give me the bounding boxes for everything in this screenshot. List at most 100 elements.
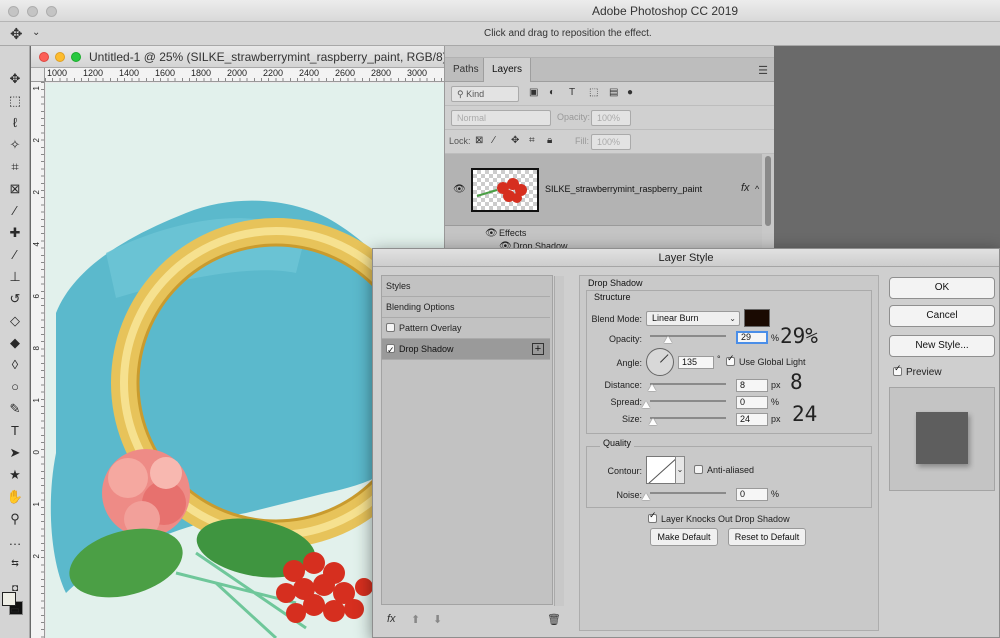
- add-effect-plus-icon[interactable]: +: [532, 343, 544, 355]
- zoom-icon[interactable]: ⚲: [5, 510, 25, 528]
- filter-smart-object-icon[interactable]: ▤: [609, 87, 618, 98]
- filter-shape-icon[interactable]: ⬚: [589, 87, 598, 98]
- pen-icon[interactable]: ✎: [5, 400, 25, 418]
- lasso-icon[interactable]: ℓ: [5, 114, 25, 132]
- brush-icon[interactable]: ∕: [5, 246, 25, 264]
- size-input[interactable]: 24: [736, 413, 768, 426]
- spread-slider[interactable]: [650, 400, 726, 402]
- dodge-icon[interactable]: ○: [5, 378, 25, 396]
- history-brush-icon[interactable]: ↺: [5, 290, 25, 308]
- checkbox-icon[interactable]: [386, 341, 395, 361]
- lock-row: Lock: ⊠ ∕ ✥ ⌗ 🔒︎ Fill: 100%: [445, 130, 774, 154]
- stamp-icon[interactable]: ⊥: [5, 268, 25, 286]
- move-tool-icon[interactable]: ✥: [10, 25, 23, 43]
- hand-icon[interactable]: ✋: [5, 488, 25, 506]
- distance-slider-knob[interactable]: [648, 384, 657, 391]
- type-icon[interactable]: T: [5, 422, 25, 440]
- blend-mode-dropdown[interactable]: Linear Burn ⌄: [646, 311, 740, 326]
- new-style-button[interactable]: New Style...: [889, 335, 995, 357]
- bucket-icon[interactable]: ◆: [5, 334, 25, 352]
- layer-fill-field[interactable]: 100%: [591, 134, 631, 150]
- marquee-icon[interactable]: ⬚: [5, 92, 25, 110]
- lock-pixels-icon[interactable]: ⊠: [475, 135, 483, 146]
- angle-input[interactable]: 135: [678, 356, 714, 369]
- foreground-color-swatch[interactable]: [2, 592, 16, 606]
- use-global-light-checkbox[interactable]: Use Global Light: [726, 354, 806, 367]
- magic-wand-icon[interactable]: ✧: [5, 136, 25, 154]
- frame-icon[interactable]: ⊠: [5, 180, 25, 198]
- scrollbar-thumb[interactable]: [765, 156, 771, 226]
- opacity-slider[interactable]: [650, 335, 726, 337]
- vertical-ruler[interactable]: 1224681012: [31, 82, 45, 638]
- default-colors-icon[interactable]: ⇆: [5, 554, 25, 572]
- spread-slider-knob[interactable]: [642, 401, 650, 408]
- angle-dial[interactable]: [646, 348, 674, 376]
- layers-scrollbar[interactable]: [762, 154, 774, 252]
- contour-chevron-icon[interactable]: ⌄: [675, 456, 685, 484]
- spread-input[interactable]: 0: [736, 396, 768, 409]
- style-item[interactable]: Drop Shadow +: [382, 339, 550, 361]
- contour-preview[interactable]: [646, 456, 676, 484]
- move-up-icon[interactable]: ⬆: [411, 613, 420, 626]
- filter-adjustment-icon[interactable]: ◐: [549, 87, 555, 98]
- move-icon[interactable]: ✥: [5, 70, 25, 88]
- tab-layers[interactable]: Layers: [483, 58, 532, 82]
- more-tools-icon[interactable]: …: [5, 532, 25, 550]
- shadow-color-swatch[interactable]: [744, 309, 770, 327]
- ok-button[interactable]: OK: [889, 277, 995, 299]
- document-window-controls[interactable]: [39, 52, 81, 62]
- noise-slider-knob[interactable]: [642, 493, 650, 500]
- panel-menu-icon[interactable]: ☰: [758, 64, 768, 77]
- lock-position-icon[interactable]: ✥: [511, 135, 519, 146]
- filter-type-icon[interactable]: T: [569, 87, 575, 98]
- checkbox-icon[interactable]: [386, 323, 395, 332]
- lock-artboard-icon[interactable]: ⌗: [529, 135, 535, 146]
- move-down-icon[interactable]: ⬇: [433, 613, 442, 626]
- ruler-origin[interactable]: [31, 68, 45, 82]
- layer-opacity-field[interactable]: 100%: [591, 110, 631, 126]
- noise-slider[interactable]: [650, 492, 726, 494]
- make-default-button[interactable]: Make Default: [650, 528, 718, 546]
- healing-icon[interactable]: ✚: [5, 224, 25, 242]
- preview-checkbox[interactable]: Preview: [893, 364, 942, 378]
- reset-to-default-button[interactable]: Reset to Default: [728, 528, 806, 546]
- add-style-fx-icon[interactable]: fx: [387, 613, 396, 625]
- lock-paint-icon[interactable]: ∕: [493, 135, 495, 146]
- opacity-slider-knob[interactable]: [664, 336, 673, 343]
- distance-slider[interactable]: [650, 383, 726, 385]
- layer-row[interactable]: 👁︎ SILKE_strawberrymint_raspberry_paint …: [445, 154, 763, 226]
- size-slider[interactable]: [650, 417, 726, 419]
- tab-paths[interactable]: Paths: [445, 58, 487, 82]
- filter-toggle-icon[interactable]: ●: [627, 87, 633, 98]
- distance-input[interactable]: 8: [736, 379, 768, 392]
- filter-pixel-icon[interactable]: ▣: [529, 87, 538, 98]
- style-item[interactable]: Blending Options: [382, 297, 550, 318]
- chevron-down-icon[interactable]: ⌄: [32, 27, 40, 38]
- blend-mode-select[interactable]: Normal: [451, 110, 551, 126]
- style-item[interactable]: Styles: [382, 276, 550, 297]
- document-tab[interactable]: Untitled-1 @ 25% (SILKE_strawberrymint_r…: [31, 46, 455, 68]
- effects-eye-icon[interactable]: 👁︎: [485, 228, 498, 239]
- panel-header[interactable]: [445, 46, 774, 58]
- noise-input[interactable]: 0: [736, 488, 768, 501]
- size-slider-knob[interactable]: [649, 418, 658, 425]
- shape-icon[interactable]: ★: [5, 466, 25, 484]
- knocks-out-checkbox[interactable]: Layer Knocks Out Drop Shadow: [648, 511, 790, 524]
- anti-aliased-checkbox[interactable]: Anti-aliased: [694, 465, 754, 475]
- crop-icon[interactable]: ⌗: [5, 158, 25, 176]
- style-item[interactable]: Pattern Overlay: [382, 318, 550, 339]
- eyedropper-icon[interactable]: ⁄: [5, 202, 25, 220]
- visibility-eye-icon[interactable]: 👁︎: [453, 184, 466, 195]
- cancel-button[interactable]: Cancel: [889, 305, 995, 327]
- opacity-input[interactable]: 29: [736, 331, 768, 344]
- eraser-icon[interactable]: ◇: [5, 312, 25, 330]
- layer-fx-icon[interactable]: fx: [741, 182, 750, 194]
- styles-scrollbar[interactable]: [554, 276, 564, 606]
- horizontal-ruler[interactable]: 1000 1200 1400 1600 1800 2000 2200 2400 2600 2800…: [45, 68, 444, 82]
- trash-icon[interactable]: 🗑︎: [547, 613, 561, 626]
- filter-kind-select[interactable]: ⚲ Kind: [451, 86, 519, 102]
- blur-icon[interactable]: ◊: [5, 356, 25, 374]
- path-select-icon[interactable]: ➤: [5, 444, 25, 462]
- lock-all-icon[interactable]: 🔒︎: [547, 135, 552, 146]
- chevron-up-icon[interactable]: ^: [755, 184, 759, 194]
